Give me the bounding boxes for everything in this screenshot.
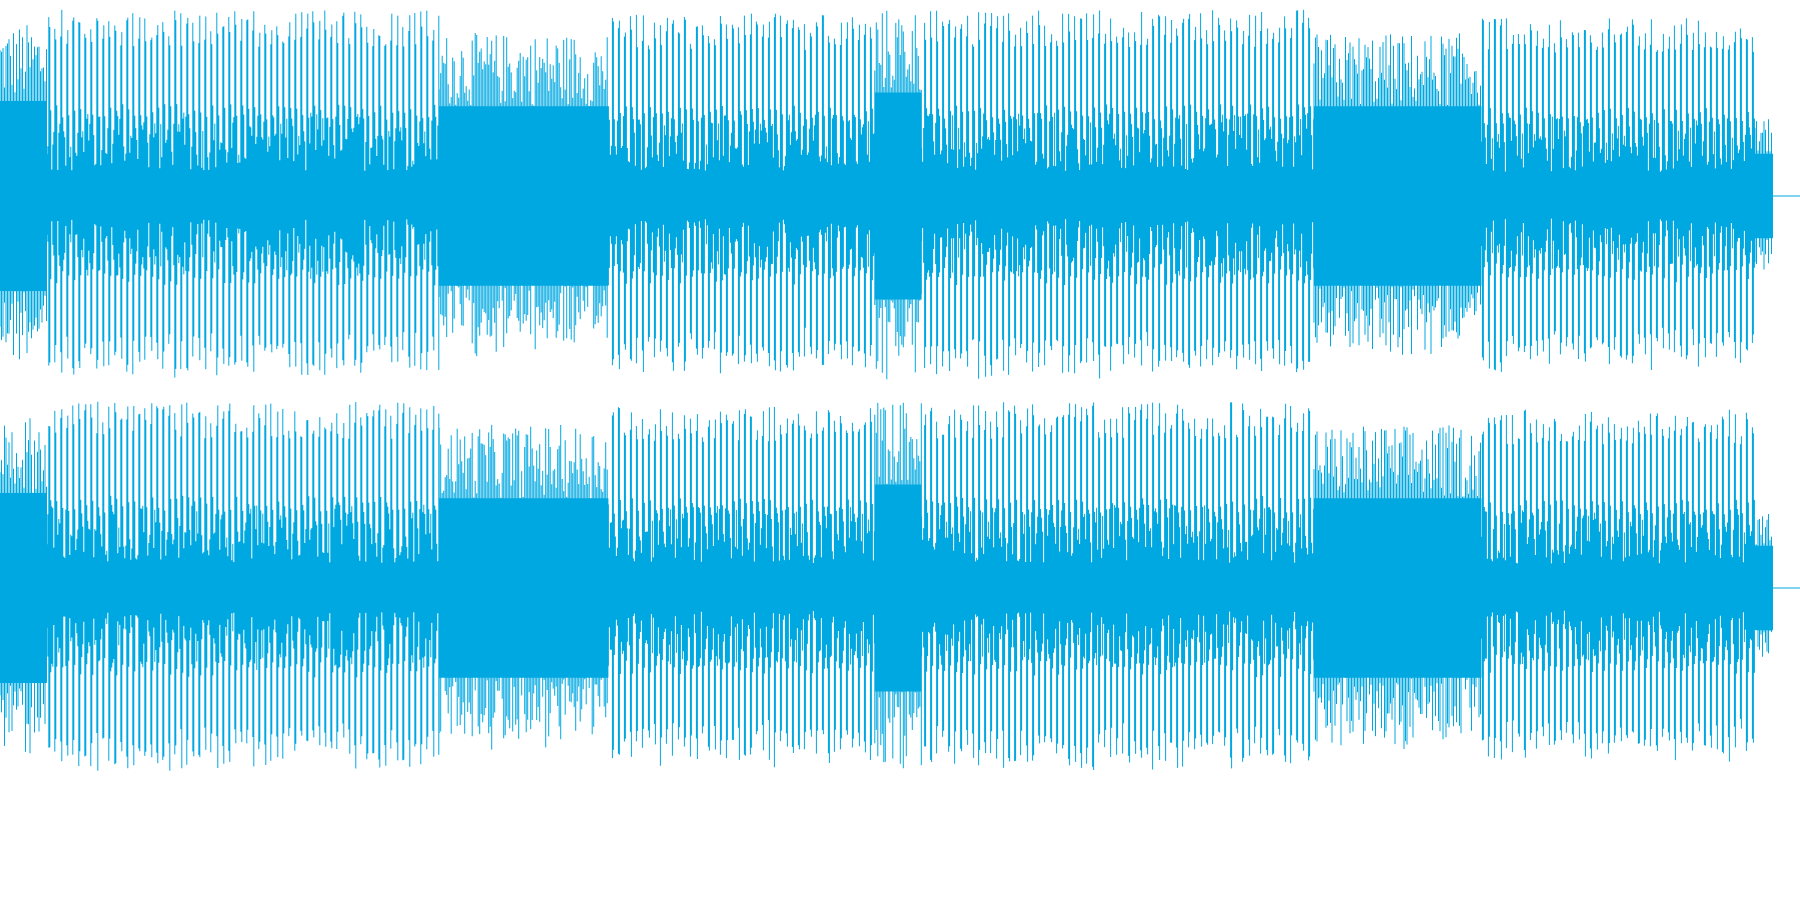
channel-2-segment-4 (607, 406, 875, 768)
channel-1-waveform (0, 9, 1800, 380)
channel-2-segment-8 (1480, 409, 1755, 762)
channel-2-segment-2 (46, 401, 440, 771)
channel-1-segment-3 (438, 33, 609, 357)
channel-1-segment-8 (1480, 18, 1755, 372)
channel-1-segment-7 (1313, 33, 1482, 355)
waveform-display (0, 0, 1800, 900)
channel-1-segment-1 (0, 25, 47, 360)
channel-2-waveform (0, 401, 1800, 771)
channel-2-segment-1 (0, 418, 47, 754)
channel-2-segment-6 (921, 402, 1315, 770)
waveform-svg (0, 9, 1800, 771)
channel-2-segment-3 (438, 424, 609, 750)
channel-2-segment-7 (1313, 425, 1482, 749)
channel-1-segment-4 (607, 13, 875, 374)
channel-1-segment-6 (921, 9, 1315, 379)
channel-1-segment-9 (1754, 119, 1773, 270)
channel-2-segment-9 (1754, 514, 1773, 657)
channel-2-segment-5 (874, 402, 922, 769)
channel-1-segment-2 (46, 9, 440, 378)
channel-1-segment-5 (874, 10, 922, 380)
